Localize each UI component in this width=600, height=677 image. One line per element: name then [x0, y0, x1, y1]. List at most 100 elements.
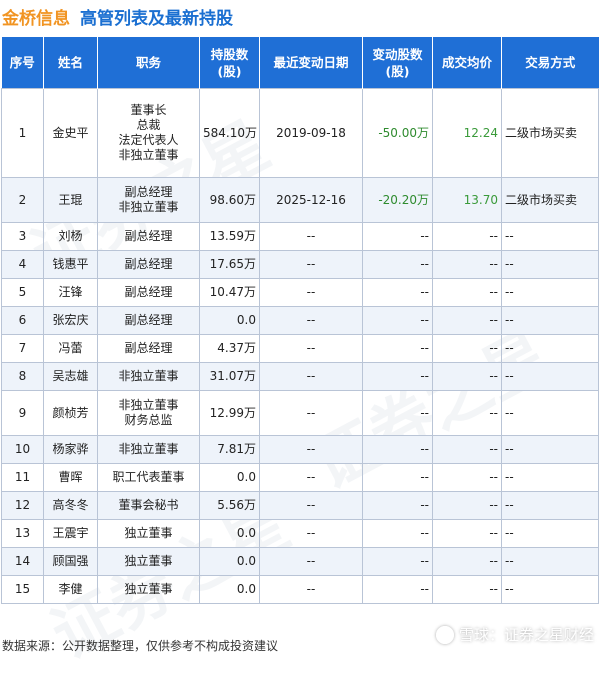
shares-held: 0.0 — [199, 547, 260, 576]
row-number: 12 — [1, 491, 44, 520]
changed-shares: -- — [362, 519, 433, 548]
executive-name: 刘杨 — [43, 222, 98, 251]
table-row: 6 张宏庆 副总经理 0.0 -- -- -- -- — [1, 306, 599, 335]
changed-shares: -- — [362, 491, 433, 520]
avg-trade-price: -- — [432, 390, 502, 436]
shares-held: 12.99万 — [199, 390, 260, 436]
avg-trade-price: -- — [432, 278, 502, 307]
avg-trade-price: -- — [432, 334, 502, 363]
executive-name: 汪锋 — [43, 278, 98, 307]
table-header-row: 序号 姓名 职务 持股数 (股) 最近变动日期 变动股数 (股) 成交均价 交易方式 — [1, 37, 599, 89]
trade-method: -- — [501, 250, 599, 279]
trade-method: -- — [501, 435, 599, 464]
executive-duties: 职工代表董事 — [97, 463, 200, 492]
column-header: 序号 — [1, 37, 44, 89]
column-header: 姓名 — [43, 37, 98, 89]
duty-line: 非独立董事 — [118, 398, 179, 412]
shares-held: 0.0 — [199, 463, 260, 492]
executive-holdings-table: 序号 姓名 职务 持股数 (股) 最近变动日期 变动股数 (股) 成交均价 交易方式 1 金史平董事… — [1, 37, 599, 604]
changed-shares: -- — [362, 547, 433, 576]
duty-line: 法定代表人 — [118, 133, 179, 147]
column-header: 变动股数 (股) — [362, 37, 433, 89]
table-row: 8 吴志雄 非独立董事 31.07万 -- -- -- -- — [1, 362, 599, 391]
table-row: 13 王震宇 独立董事 0.0 -- -- -- -- — [1, 519, 599, 548]
executive-name: 王震宇 — [43, 519, 98, 548]
duty-line: 董事长 — [130, 103, 167, 117]
trade-method: -- — [501, 519, 599, 548]
executive-name: 曹晖 — [43, 463, 98, 492]
table-row: 9 颜桢芳 非独立董事 财务总监 12.99万 -- -- -- -- — [1, 390, 599, 436]
last-change-date: -- — [259, 575, 363, 604]
table-row: 12 高冬冬 董事会秘书 5.56万 -- -- -- -- — [1, 491, 599, 520]
column-header: 最近变动日期 — [259, 37, 363, 89]
executive-duties: 独立董事 — [97, 547, 200, 576]
executive-duties: 非独立董事 财务总监 — [97, 390, 200, 436]
trade-method: -- — [501, 306, 599, 335]
duty-line: 副总经理 — [124, 285, 173, 299]
row-number: 10 — [1, 435, 44, 464]
last-change-date: -- — [259, 519, 363, 548]
column-header: 交易方式 — [501, 37, 599, 89]
executive-name: 高冬冬 — [43, 491, 98, 520]
duty-line: 独立董事 — [124, 582, 173, 596]
snowball-logo-icon — [435, 625, 454, 644]
executive-name: 金史平 — [43, 88, 98, 178]
shares-held: 584.10万 — [199, 88, 260, 178]
row-number: 8 — [1, 362, 44, 391]
executive-name: 钱惠平 — [43, 250, 98, 279]
duty-line: 独立董事 — [124, 554, 173, 568]
executive-duties: 副总经理 — [97, 306, 200, 335]
last-change-date: -- — [259, 222, 363, 251]
duty-line: 职工代表董事 — [112, 470, 185, 484]
changed-shares: -- — [362, 334, 433, 363]
last-change-date: -- — [259, 435, 363, 464]
shares-held: 98.60万 — [199, 177, 260, 223]
avg-trade-price: 12.24 — [432, 88, 502, 178]
avg-trade-price: -- — [432, 491, 502, 520]
last-change-date: -- — [259, 463, 363, 492]
row-number: 6 — [1, 306, 44, 335]
shares-held: 5.56万 — [199, 491, 260, 520]
changed-shares: -- — [362, 575, 433, 604]
table-row: 15 李健 独立董事 0.0 -- -- -- -- — [1, 575, 599, 604]
avg-trade-price: -- — [432, 547, 502, 576]
trade-method: -- — [501, 491, 599, 520]
executive-duties: 非独立董事 — [97, 435, 200, 464]
last-change-date: -- — [259, 491, 363, 520]
table-row: 14 顾国强 独立董事 0.0 -- -- -- -- — [1, 547, 599, 576]
column-header: 职务 — [97, 37, 200, 89]
changed-shares: -- — [362, 435, 433, 464]
table-row: 10 杨家骅 非独立董事 7.81万 -- -- -- -- — [1, 435, 599, 464]
executive-name: 冯蕾 — [43, 334, 98, 363]
duty-line: 副总经理 — [124, 313, 173, 327]
data-source-note: 数据来源：公开数据整理，仅供参考不构成投资建议 — [2, 639, 279, 653]
trade-method: -- — [501, 547, 599, 576]
executive-duties: 副总经理 非独立董事 — [97, 177, 200, 223]
row-number: 11 — [1, 463, 44, 492]
trade-method: -- — [501, 222, 599, 251]
executive-name: 杨家骅 — [43, 435, 98, 464]
last-change-date: -- — [259, 362, 363, 391]
trade-method: -- — [501, 463, 599, 492]
row-number: 14 — [1, 547, 44, 576]
table-row: 4 钱惠平 副总经理 17.65万 -- -- -- -- — [1, 250, 599, 279]
changed-shares: -50.00万 — [362, 88, 433, 178]
changed-shares: -- — [362, 250, 433, 279]
avg-trade-price: -- — [432, 463, 502, 492]
executive-duties: 独立董事 — [97, 519, 200, 548]
row-number: 1 — [1, 88, 44, 178]
avg-trade-price: -- — [432, 250, 502, 279]
executive-duties: 副总经理 — [97, 278, 200, 307]
row-number: 3 — [1, 222, 44, 251]
duty-line: 董事会秘书 — [118, 498, 179, 512]
table-subtitle: 高管列表及最新持股 — [80, 9, 233, 29]
changed-shares: -20.20万 — [362, 177, 433, 223]
changed-shares: -- — [362, 222, 433, 251]
last-change-date: -- — [259, 334, 363, 363]
row-number: 15 — [1, 575, 44, 604]
shares-held: 17.65万 — [199, 250, 260, 279]
avg-trade-price: -- — [432, 435, 502, 464]
executive-duties: 董事会秘书 — [97, 491, 200, 520]
duty-line: 非独立董事 — [118, 442, 179, 456]
executive-name: 顾国强 — [43, 547, 98, 576]
